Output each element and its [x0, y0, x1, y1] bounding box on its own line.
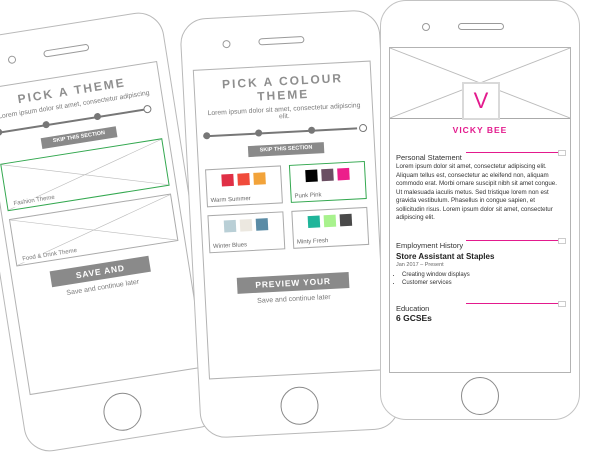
- color-swatch: [337, 167, 350, 181]
- progress-slider[interactable]: [203, 120, 368, 145]
- section-employment-history: Employment History: [396, 235, 566, 250]
- home-button-icon[interactable]: [279, 385, 320, 426]
- progress-step: [307, 126, 316, 134]
- screen: PICK A COLOUR THEME Lorem ipsum dolor si…: [192, 60, 387, 380]
- screen: PICK A THEME Lorem ipsum dolor sit amet,…: [0, 61, 206, 396]
- speaker-icon: [258, 36, 305, 46]
- palette-label: Warm Summer: [210, 196, 251, 205]
- avatar: V: [462, 82, 500, 120]
- list-item: Customer services: [402, 280, 570, 286]
- section-title: Education: [396, 303, 433, 313]
- profile-name: VICKY BEE: [452, 125, 508, 135]
- color-swatch: [339, 213, 353, 227]
- section-personal-statement: Personal Statement: [396, 147, 566, 162]
- color-swatch: [221, 173, 234, 187]
- progress-step: [93, 112, 102, 121]
- progress-step: [0, 128, 3, 137]
- palette-label: Minty Fresh: [296, 238, 329, 246]
- color-swatch: [239, 218, 253, 232]
- palette-punk-pink[interactable]: Punk Pink: [288, 160, 367, 203]
- palette-minty-fresh[interactable]: Minty Fresh: [291, 206, 370, 249]
- job-title: Store Assistant at Staples: [396, 251, 495, 261]
- color-swatch: [223, 219, 237, 233]
- section-handle-icon: [558, 150, 566, 156]
- speaker-icon: [458, 23, 504, 30]
- color-swatch: [305, 169, 318, 183]
- palette-winter-blues[interactable]: Winter Blues: [207, 211, 286, 254]
- section-title: Employment History: [396, 240, 467, 250]
- camera-icon: [422, 23, 430, 31]
- color-swatch: [237, 173, 250, 186]
- section-education: Education: [396, 298, 566, 313]
- palette-grid: Warm Summer Punk Pink Winter Blues Minty…: [205, 160, 373, 254]
- job-dates: Jan 2017 – Present: [396, 261, 444, 268]
- camera-icon: [222, 39, 231, 49]
- screen: V VICKY BEE Personal Statement Lorem ips…: [389, 47, 571, 373]
- palette-label: Punk Pink: [294, 192, 322, 200]
- color-swatch: [323, 214, 337, 228]
- preview-profile-button[interactable]: PREVIEW YOUR PROFILE: [236, 271, 350, 305]
- color-swatch: [255, 218, 269, 231]
- camera-icon: [7, 55, 17, 65]
- progress-step: [255, 129, 263, 137]
- skip-section-button[interactable]: SKIP THIS SECTION: [247, 142, 325, 158]
- section-handle-icon: [558, 237, 566, 244]
- palette-label: Winter Blues: [212, 242, 248, 251]
- cover-image-placeholder: V: [390, 48, 570, 120]
- color-swatch: [307, 215, 321, 229]
- palette-warm-summer[interactable]: Warm Summer: [205, 165, 283, 208]
- job-duties: Creating window displays Customer servic…: [402, 272, 570, 286]
- section-handle-icon: [558, 300, 566, 307]
- progress-step: [142, 104, 153, 114]
- color-swatch: [253, 172, 266, 185]
- personal-statement-text: Lorem ipsum dolor sit amet, consectetur …: [396, 163, 557, 221]
- speaker-icon: [43, 43, 90, 58]
- color-swatch: [321, 168, 334, 182]
- list-item: Creating window displays: [402, 272, 570, 278]
- progress-step: [358, 123, 368, 133]
- home-button-icon[interactable]: [100, 390, 145, 434]
- phone-pick-colour-theme: PICK A COLOUR THEME Lorem ipsum dolor si…: [179, 9, 401, 439]
- progress-step: [203, 132, 211, 140]
- section-title: Personal Statement: [396, 153, 465, 162]
- home-button-icon[interactable]: [461, 377, 499, 415]
- education-item: 6 GCSEs: [396, 312, 432, 323]
- page-title: PICK A COLOUR THEME: [221, 71, 344, 104]
- progress-step: [42, 120, 51, 129]
- phone-profile-preview: V VICKY BEE Personal Statement Lorem ips…: [380, 0, 580, 420]
